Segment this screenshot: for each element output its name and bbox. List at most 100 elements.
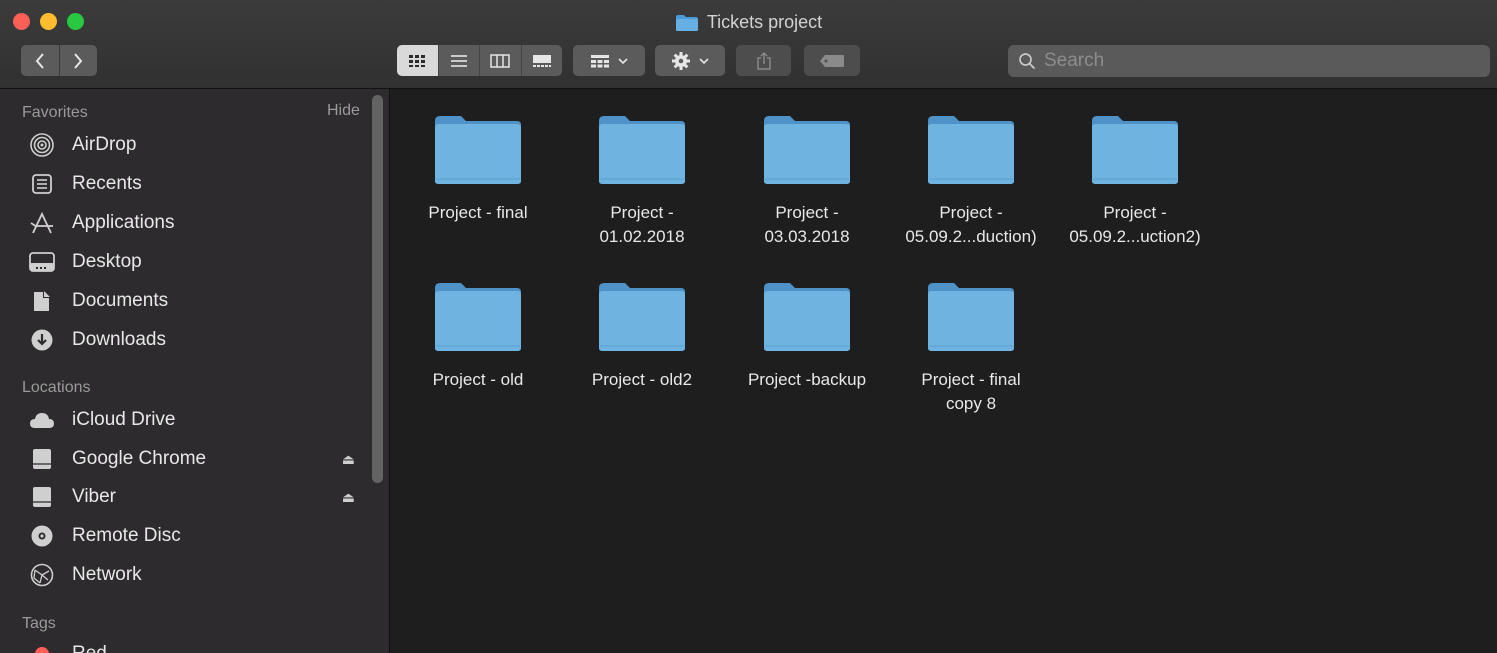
folder-label-line1: Project -	[939, 203, 1003, 222]
file-browser: Project - final Project - 01.02.2018 Proj…	[390, 89, 1497, 653]
finder-window: Tickets project Search Favorites Hide Ai…	[0, 0, 1497, 653]
documents-icon	[22, 289, 62, 313]
folder-label-line2: 05.09.2...uction2)	[1069, 227, 1201, 246]
drive-icon	[22, 485, 62, 509]
share-button[interactable]	[736, 45, 791, 76]
sidebar-item-label: Remote Disc	[72, 525, 181, 546]
sidebar-item-label: Viber	[72, 486, 117, 507]
search-icon	[1019, 53, 1036, 70]
folder-label-line1: Project -	[1103, 203, 1167, 222]
cloud-icon	[22, 411, 62, 429]
folder-label-line1: Project - final	[921, 370, 1021, 389]
folder-label-line2: 05.09.2...duction)	[905, 227, 1037, 246]
icon-view-button[interactable]	[397, 45, 438, 76]
view-mode-control	[397, 45, 562, 76]
window-title-text: Tickets project	[706, 12, 823, 32]
folder-icon	[599, 283, 685, 351]
folder-label-line1: Project -	[775, 203, 839, 222]
folder-icon	[928, 116, 1014, 184]
sidebar-item-icloud-drive[interactable]: iCloud Drive	[22, 405, 367, 435]
sidebar-scrollbar[interactable]	[372, 95, 383, 483]
tags-header: Tags	[22, 615, 56, 632]
search-field[interactable]	[1008, 45, 1490, 77]
sidebar-item-label: Red	[72, 643, 107, 653]
folder-item[interactable]: Project - 03.03.2018	[725, 113, 889, 249]
folder-item[interactable]: Project - 05.09.2...duction)	[889, 113, 1053, 249]
eject-icon[interactable]: ⏏	[342, 451, 355, 468]
folder-icon	[928, 283, 1014, 351]
disc-icon	[22, 524, 62, 548]
sidebar-item-label: Network	[72, 564, 142, 585]
sidebar-item-desktop[interactable]: Desktop	[22, 247, 367, 277]
folder-item[interactable]: Project - 01.02.2018	[560, 113, 724, 249]
sidebar-item-label: Google Chrome	[72, 448, 207, 469]
folder-item[interactable]: Project -backup	[725, 280, 889, 392]
network-icon	[22, 563, 62, 587]
folder-label-line1: Project -backup	[747, 370, 867, 389]
folder-item[interactable]: Project - old2	[560, 280, 724, 392]
list-icon	[450, 54, 467, 67]
sidebar-item-label: Documents	[72, 290, 169, 311]
sidebar-item-applications[interactable]: Applications	[22, 208, 367, 238]
sidebar-item-label: Recents	[72, 173, 142, 194]
search-input[interactable]	[1042, 49, 1466, 73]
folder-icon	[435, 116, 521, 184]
sidebar-item-label: Applications	[72, 212, 175, 233]
folder-label-line2: 01.02.2018	[599, 227, 685, 246]
window-title: Tickets project	[0, 12, 1497, 33]
grid-icon	[409, 54, 426, 67]
sidebar-item-label: Downloads	[72, 329, 166, 350]
group-by-button[interactable]	[573, 45, 645, 76]
sidebar-item-remote-disc[interactable]: Remote Disc	[22, 521, 367, 551]
sidebar-item-label: iCloud Drive	[72, 409, 176, 430]
recents-icon	[22, 173, 62, 195]
action-menu-button[interactable]	[655, 45, 725, 76]
chevron-down-icon	[618, 57, 628, 64]
back-button[interactable]	[21, 45, 59, 76]
hide-favorites-button[interactable]: Hide	[327, 102, 360, 120]
folder-icon	[764, 116, 850, 184]
forward-button[interactable]	[58, 45, 98, 76]
folder-label-line1: Project - old	[432, 370, 524, 389]
downloads-icon	[22, 328, 62, 352]
sidebar-item-downloads[interactable]: Downloads	[22, 325, 367, 355]
locations-header: Locations	[22, 379, 91, 396]
eject-icon[interactable]: ⏏	[342, 489, 355, 506]
sidebar-item-viber[interactable]: Viber ⏏	[22, 482, 367, 512]
sidebar-item-google-chrome[interactable]: Google Chrome ⏏	[22, 444, 367, 474]
favorites-header: Favorites	[22, 104, 88, 121]
toolbar: Tickets project	[0, 0, 1497, 89]
tags-button[interactable]	[804, 45, 860, 76]
folder-item[interactable]: Project - final	[396, 113, 560, 225]
share-icon	[756, 51, 771, 70]
folder-item[interactable]: Project - 05.09.2...uction2)	[1053, 113, 1217, 249]
sidebar-item-recents[interactable]: Recents	[22, 169, 367, 199]
folder-label-line1: Project - final	[428, 203, 528, 222]
sidebar-item-documents[interactable]: Documents	[22, 286, 367, 316]
folder-icon	[599, 116, 685, 184]
column-view-button[interactable]	[479, 45, 521, 76]
columns-icon	[490, 53, 510, 68]
folder-item[interactable]: Project - old	[396, 280, 560, 392]
chevron-left-icon	[35, 52, 44, 69]
gear-icon	[672, 51, 690, 70]
list-view-button[interactable]	[437, 45, 480, 76]
sidebar-item-airdrop[interactable]: AirDrop	[22, 130, 367, 160]
sidebar-item-label: AirDrop	[72, 134, 137, 155]
gallery-view-button[interactable]	[520, 45, 563, 76]
folder-label-line2: copy 8	[945, 394, 997, 413]
sidebar-item-label: Desktop	[72, 251, 142, 272]
drive-icon	[22, 447, 62, 471]
chevron-right-icon	[74, 52, 83, 69]
folder-label-line2: 03.03.2018	[764, 227, 850, 246]
folder-icon	[435, 283, 521, 351]
desktop-icon	[22, 252, 62, 272]
folder-icon	[1092, 116, 1178, 184]
chevron-down-icon	[699, 57, 709, 64]
gallery-icon	[532, 54, 551, 67]
sidebar: Favorites Hide AirDrop Recents Applicati…	[0, 89, 390, 653]
folder-item[interactable]: Project - final copy 8	[889, 280, 1053, 416]
tag-dot-icon	[22, 646, 62, 653]
sidebar-tag-red[interactable]: Red	[22, 639, 367, 653]
sidebar-item-network[interactable]: Network	[22, 560, 367, 590]
